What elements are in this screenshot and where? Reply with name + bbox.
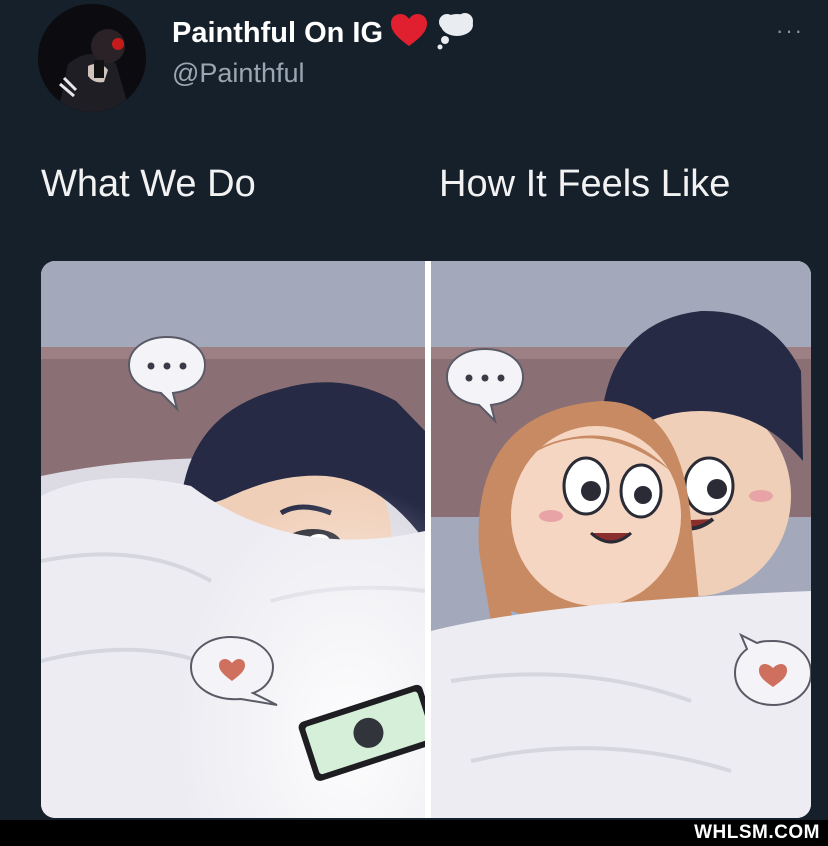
name-row: Painthful On IG <box>172 12 475 55</box>
caption-left: What We Do <box>41 163 256 205</box>
handle[interactable]: @Painthful <box>172 58 304 89</box>
comic-panel-left <box>41 261 425 818</box>
heart-icon <box>391 14 428 53</box>
heart-bubble-icon <box>189 635 278 706</box>
comic-panel-right <box>431 261 811 818</box>
avatar[interactable] <box>38 4 146 112</box>
typing-bubble-icon <box>127 335 207 413</box>
watermark: WHLSM.COM <box>694 822 820 843</box>
heart-bubble-icon <box>733 633 811 707</box>
typing-bubble-icon <box>445 347 525 425</box>
thought-bubble-icon <box>435 12 475 55</box>
comic-image[interactable] <box>41 261 811 818</box>
footer-bar: WHLSM.COM <box>0 820 828 846</box>
caption-right: How It Feels Like <box>439 163 731 205</box>
tweet-header: Painthful On IG @Painthful ··· <box>38 4 828 112</box>
more-options-button[interactable]: ··· <box>776 18 804 44</box>
display-name[interactable]: Painthful On IG <box>172 17 383 50</box>
